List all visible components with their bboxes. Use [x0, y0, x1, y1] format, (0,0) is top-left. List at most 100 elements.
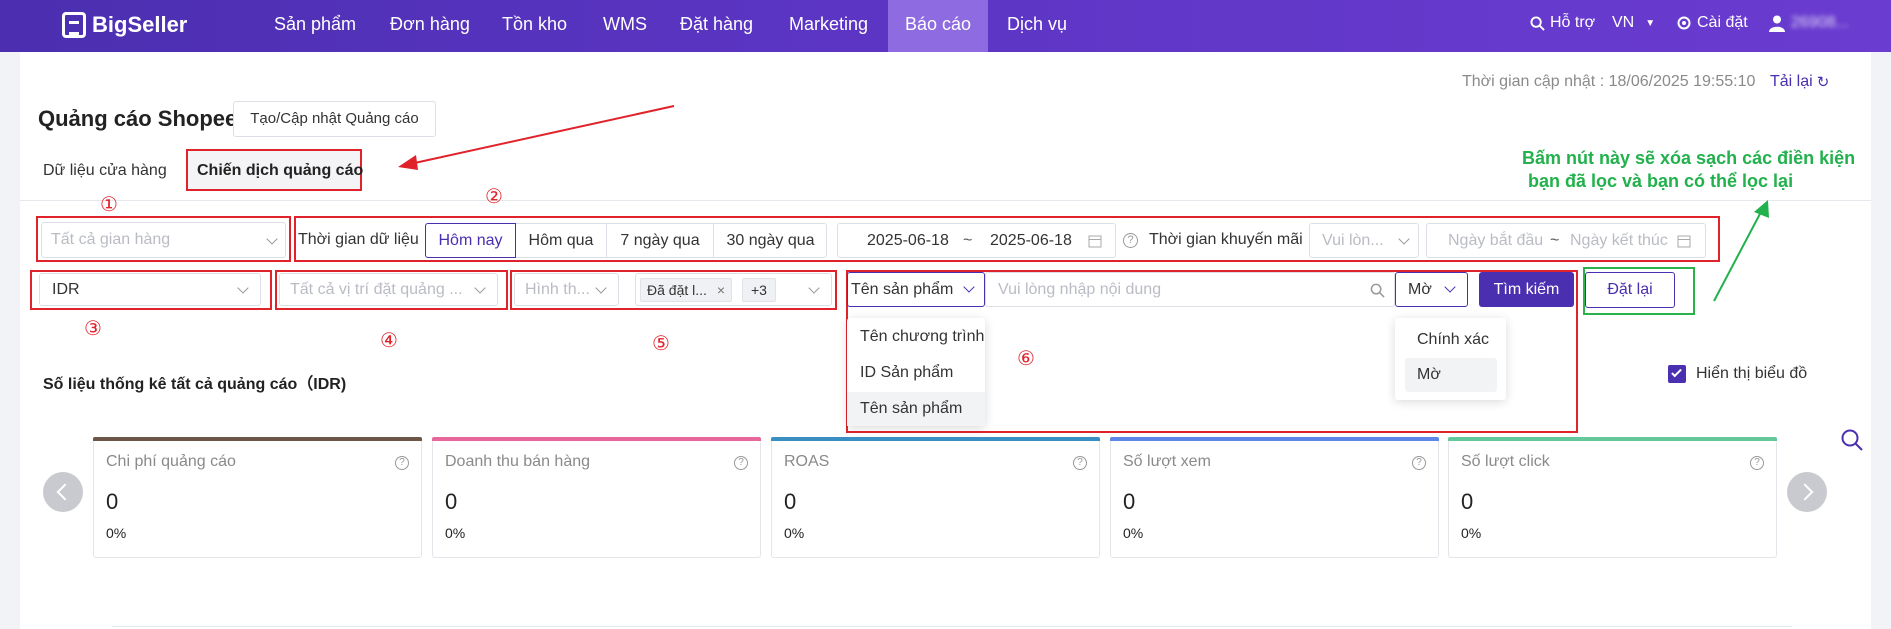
search-icon [1530, 15, 1545, 31]
tabs-divider [20, 200, 1871, 201]
red-arrow-annotation [398, 105, 675, 170]
tab-ad-campaigns[interactable]: Chiến dịch quảng cáo [197, 162, 363, 180]
date-separator: ~ [963, 232, 973, 249]
annotation-1: ① [100, 194, 118, 216]
card-percent: 0% [1461, 525, 1482, 541]
card-value: 0 [1123, 489, 1136, 514]
card-accent-bar [93, 437, 422, 441]
date-range-picker[interactable]: 2025-06-18 ~ 2025-06-18 [837, 223, 1116, 258]
promo-time-label: Thời gian khuyến mãi [1149, 231, 1303, 248]
nav-item-services[interactable]: Dịch vụ [995, 0, 1079, 52]
card-value: 0 [106, 489, 119, 514]
match-mode-value: Mờ [1408, 281, 1432, 298]
time-option-30days[interactable]: 30 ngày qua [714, 223, 827, 258]
stat-card-views: Số lượt xem ? 0 0% [1110, 437, 1439, 558]
date-end: 2025-06-18 [990, 232, 1072, 249]
user-icon [1769, 15, 1785, 32]
annotation-3: ③ [84, 318, 102, 340]
time-option-today[interactable]: Hôm nay [425, 223, 516, 258]
help-icon[interactable]: ? [1750, 456, 1764, 470]
reset-button[interactable]: Đặt lại [1585, 272, 1675, 308]
search-field-value: Tên sản phẩm [851, 281, 954, 298]
carousel-next-button[interactable] [1787, 472, 1827, 512]
chevron-down-icon [266, 233, 278, 245]
support-label: Hỗ trợ [1550, 14, 1596, 31]
settings-label: Cài đặt [1697, 14, 1748, 31]
search-field-option-program[interactable]: Tên chương trình [847, 320, 985, 354]
checkbox-checked-icon [1668, 365, 1686, 383]
shop-select[interactable]: Tất cả gian hàng [41, 222, 286, 258]
close-icon[interactable]: × [717, 282, 725, 298]
promo-date-range-picker[interactable]: Ngày bắt đầu ~ Ngày kết thúc [1426, 223, 1706, 258]
match-mode-option-fuzzy[interactable]: Mờ [1405, 358, 1497, 392]
nav-item-orders[interactable]: Đơn hàng [378, 0, 482, 52]
green-arrow-annotation [1713, 200, 1769, 302]
top-nav: BigSeller Sản phẩm Đơn hàng Tồn kho WMS … [0, 0, 1891, 52]
search-button[interactable]: Tìm kiếm [1479, 272, 1574, 307]
stat-card-sales-revenue: Doanh thu bán hàng ? 0 0% [432, 437, 761, 558]
calendar-icon [1677, 235, 1691, 248]
card-accent-bar [771, 437, 1100, 441]
green-note-line2: bạn đã lọc và bạn có thể lọc lại [1528, 171, 1794, 191]
reload-link[interactable]: Tải lại ↻ [1770, 73, 1829, 91]
logo-icon [62, 12, 86, 38]
card-title: Số lượt click [1461, 453, 1550, 470]
chevron-down-icon [963, 281, 975, 293]
help-icon[interactable]: ? [1412, 456, 1426, 470]
time-option-yesterday[interactable]: Hôm qua [516, 223, 607, 258]
card-accent-bar [1448, 437, 1777, 441]
annotation-5: ⑤ [652, 333, 670, 355]
promo-start-placeholder: Ngày bắt đầu [1448, 232, 1544, 249]
support-link[interactable]: Hỗ trợ [1530, 14, 1595, 32]
status-tag-label: Đã đặt l... [647, 282, 707, 298]
chevron-down-icon [474, 282, 486, 294]
card-value: 0 [1461, 489, 1474, 514]
nav-item-marketing[interactable]: Marketing [777, 0, 880, 52]
time-option-7days[interactable]: 7 ngày qua [607, 223, 714, 258]
card-title: Doanh thu bán hàng [445, 453, 591, 470]
page-title: Quảng cáo Shopee [38, 106, 238, 131]
help-icon[interactable]: ? [734, 456, 748, 470]
search-field-option-product-id[interactable]: ID Sản phẩm [847, 356, 985, 390]
search-input[interactable]: Vui lòng nhập nội dung [985, 272, 1395, 307]
floating-search-icon[interactable] [1840, 428, 1864, 452]
match-mode-option-exact[interactable]: Chính xác [1395, 323, 1506, 357]
ad-position-select[interactable]: Tất cả vị trí đặt quảng ... [279, 273, 498, 306]
settings-link[interactable]: Cài đặt [1676, 14, 1748, 32]
help-icon[interactable]: ? [395, 456, 409, 470]
search-field-option-product-name[interactable]: Tên sản phẩm [847, 392, 985, 426]
tab-shop-data[interactable]: Dữ liệu cửa hàng [43, 162, 167, 180]
language-select[interactable]: VN ▼ [1612, 14, 1655, 32]
chevron-down-icon [1398, 233, 1410, 245]
data-time-label: Thời gian dữ liệu [298, 231, 419, 248]
annotation-2: ② [485, 186, 503, 208]
nav-item-reports[interactable]: Báo cáo [888, 0, 988, 52]
match-mode-select[interactable]: Mờ [1395, 272, 1468, 307]
currency-select[interactable]: IDR [39, 273, 261, 306]
bigseller-logo[interactable]: BigSeller [62, 12, 187, 38]
ad-type-placeholder: Hình th... [525, 281, 590, 298]
nav-item-wms[interactable]: WMS [591, 0, 659, 52]
carousel-prev-button[interactable] [43, 472, 83, 512]
user-menu[interactable]: 26908... [1768, 14, 1849, 32]
show-chart-toggle[interactable]: Hiển thị biểu đồ [1668, 365, 1807, 383]
promo-time-select[interactable]: Vui lòn... [1309, 223, 1419, 258]
language-label: VN [1612, 14, 1635, 31]
status-more-tag: +3 [742, 278, 776, 302]
date-start: 2025-06-18 [867, 232, 949, 249]
nav-item-purchase[interactable]: Đặt hàng [668, 0, 765, 52]
help-icon[interactable]: ? [1073, 456, 1087, 470]
refresh-icon: ↻ [1816, 74, 1830, 91]
status-multiselect[interactable]: Đã đặt l... × +3 [635, 273, 832, 306]
ad-type-select[interactable]: Hình th... [514, 273, 619, 306]
nav-item-products[interactable]: Sản phẩm [262, 0, 368, 52]
card-value: 0 [445, 489, 458, 514]
promo-select-placeholder: Vui lòn... [1322, 232, 1384, 249]
promo-end-placeholder: Ngày kết thúc [1570, 232, 1668, 249]
search-field-select[interactable]: Tên sản phẩm [847, 272, 985, 307]
ad-position-placeholder: Tất cả vị trí đặt quảng ... [290, 281, 463, 298]
caret-down-icon: ▼ [1645, 17, 1656, 29]
username: 26908... [1791, 14, 1849, 31]
nav-item-inventory[interactable]: Tồn kho [490, 0, 579, 52]
help-icon[interactable]: ? [1123, 233, 1138, 248]
